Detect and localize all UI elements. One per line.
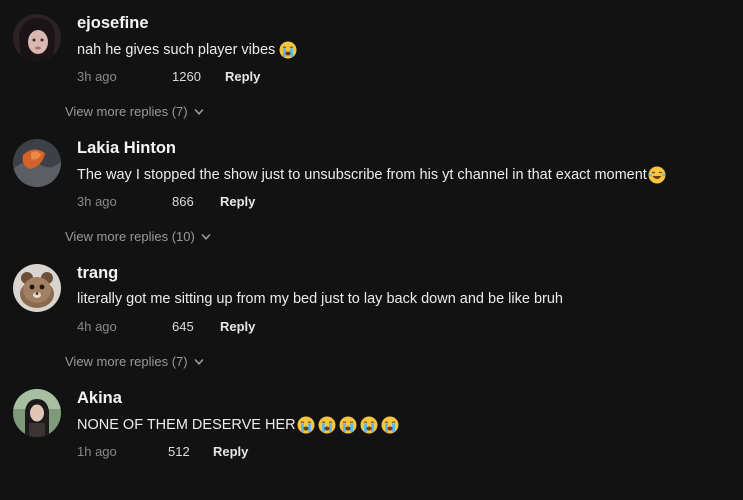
comment-text: literally got me sitting up from my bed … <box>77 291 563 307</box>
comment-item: Lakia Hinton The way I stopped the show … <box>0 125 743 250</box>
avatar[interactable] <box>13 14 61 62</box>
view-more-replies-button[interactable]: View more replies (10) <box>65 229 211 244</box>
comment-timestamp: 1h ago <box>77 444 117 459</box>
reply-button[interactable]: Reply <box>220 194 255 209</box>
like-count: 1260 <box>172 69 201 84</box>
comment-item: trang literally got me sitting up from m… <box>0 250 743 375</box>
comment-text: The way I stopped the show just to unsub… <box>77 166 666 184</box>
loudly-crying-face-icon <box>279 41 297 59</box>
comment-meta: 3h ago 1260 Reply <box>77 69 377 85</box>
loudly-crying-face-icon <box>318 416 336 434</box>
loudly-crying-face-icon <box>339 416 357 434</box>
comment-meta: 1h ago 512 Reply <box>77 444 377 460</box>
chevron-down-icon <box>201 233 211 241</box>
comment-timestamp: 3h ago <box>77 194 117 209</box>
comment-text-body: NONE OF THEM DESERVE HER <box>77 417 296 433</box>
loudly-crying-face-icon <box>297 416 315 434</box>
comment-meta: 3h ago 866 Reply <box>77 194 377 210</box>
comment-username[interactable]: Akina <box>77 389 122 408</box>
view-more-replies-button[interactable]: View more replies (7) <box>65 354 204 369</box>
like-count: 866 <box>172 194 194 209</box>
face-with-tears-of-joy-icon <box>647 166 666 184</box>
loudly-crying-face-icon <box>381 416 399 434</box>
like-count: 645 <box>172 319 194 334</box>
like-count: 512 <box>168 444 190 459</box>
comment-timestamp: 3h ago <box>77 69 117 84</box>
comment-text-body: nah he gives such player vibes <box>77 42 276 58</box>
comment-username[interactable]: Lakia Hinton <box>77 139 176 158</box>
comment-item: ejosefine nah he gives such player vibes… <box>0 0 743 125</box>
comment-username[interactable]: trang <box>77 264 118 283</box>
comment-text: NONE OF THEM DESERVE HER <box>77 416 399 434</box>
comment-text: nah he gives such player vibes <box>77 41 297 59</box>
avatar[interactable] <box>13 139 61 187</box>
reply-button[interactable]: Reply <box>225 69 260 84</box>
avatar[interactable] <box>13 264 61 312</box>
reply-button[interactable]: Reply <box>213 444 248 459</box>
view-more-replies-label: View more replies (10) <box>65 229 195 244</box>
reply-button[interactable]: Reply <box>220 319 255 334</box>
comment-item: Akina NONE OF THEM DESERVE HER 1h ago 51… <box>0 375 743 500</box>
chevron-down-icon <box>194 358 204 366</box>
comment-username[interactable]: ejosefine <box>77 14 149 33</box>
avatar[interactable] <box>13 389 61 437</box>
loudly-crying-face-icon <box>360 416 378 434</box>
comment-meta: 4h ago 645 Reply <box>77 319 377 335</box>
comment-text-body: The way I stopped the show just to unsub… <box>77 167 647 183</box>
view-more-replies-label: View more replies (7) <box>65 354 188 369</box>
comment-text-body: literally got me sitting up from my bed … <box>77 291 563 307</box>
view-more-replies-label: View more replies (7) <box>65 104 188 119</box>
chevron-down-icon <box>194 108 204 116</box>
comment-timestamp: 4h ago <box>77 319 117 334</box>
view-more-replies-button[interactable]: View more replies (7) <box>65 104 204 119</box>
